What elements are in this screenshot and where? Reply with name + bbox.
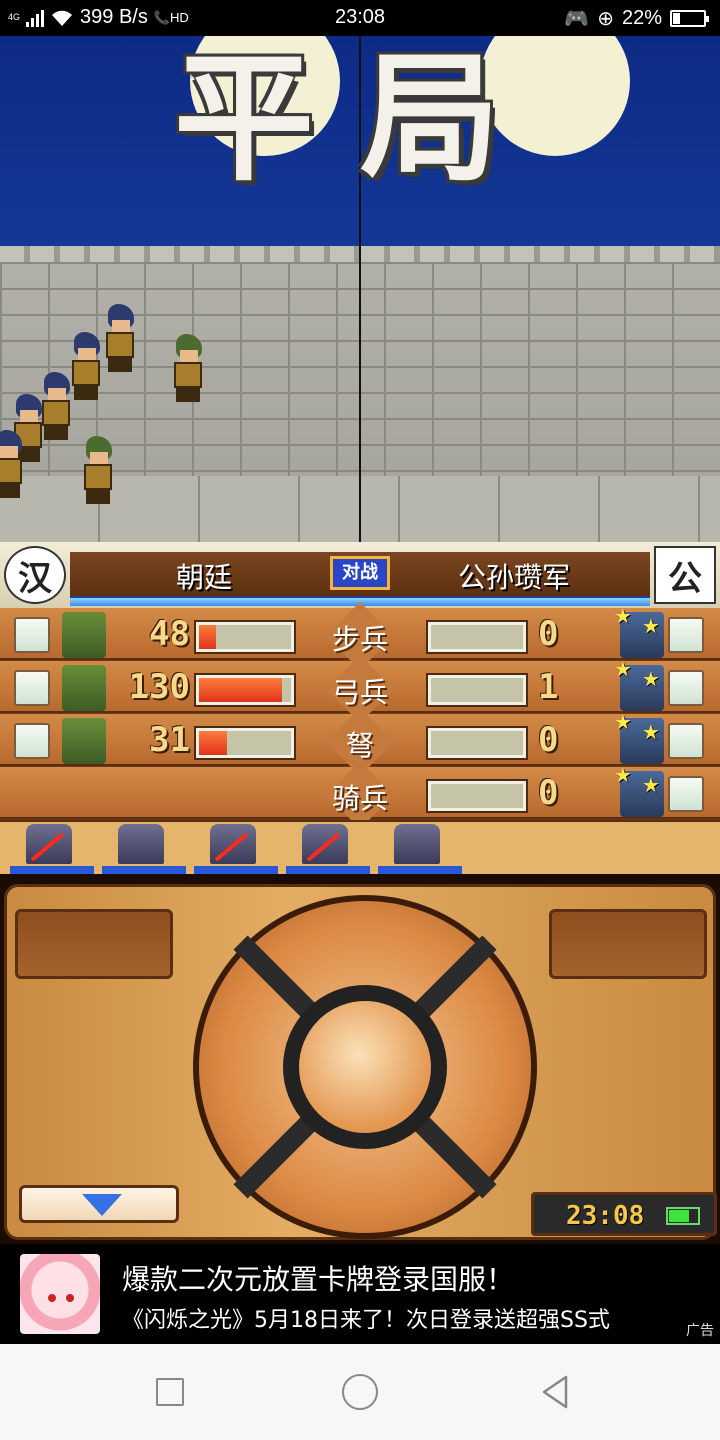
left-unit-gauge	[196, 728, 294, 758]
left-action-button[interactable]	[15, 909, 173, 979]
star-icon: ★	[614, 763, 632, 787]
rotation-lock-icon: ⊕	[597, 8, 614, 30]
left-select-checkbox[interactable]	[14, 617, 50, 653]
right-unit-gauge	[428, 781, 526, 811]
right-select-checkbox[interactable]	[668, 776, 704, 812]
vs-badge: 对战	[330, 556, 390, 590]
unit-row: 31 弩 0 ★ ★	[0, 710, 720, 766]
left-unit-count: 48	[149, 614, 190, 654]
square-icon[interactable]	[156, 1378, 184, 1406]
right-faction-emblem: 公	[654, 546, 716, 604]
star-icon: ★	[642, 773, 660, 797]
ad-thumbnail[interactable]	[20, 1254, 100, 1334]
right-unit-gauge	[428, 675, 526, 705]
soldier	[78, 436, 118, 506]
left-faction-emblem: 汉	[4, 546, 66, 604]
ad-title[interactable]: 爆款二次元放置卡牌登录国服！	[122, 1258, 514, 1298]
unit-type-label: 弓兵	[306, 663, 414, 711]
ad-label[interactable]: 广告	[686, 1320, 714, 1340]
right-unit-count: 1	[538, 667, 559, 707]
unit-row: 骑兵 0 ★ ★	[0, 763, 720, 819]
general-portrait[interactable]	[98, 822, 186, 874]
general-portrait[interactable]	[6, 822, 94, 874]
right-unit-gauge	[428, 622, 526, 652]
left-team-name: 朝廷	[176, 561, 233, 594]
unit-type-text: 弓兵	[331, 676, 388, 709]
gamepad-icon: 🎮	[564, 8, 590, 30]
unit-row: 48 步兵 0 ★ ★	[0, 604, 720, 660]
unit-type-text: 骑兵	[331, 782, 388, 815]
star-icon: ★	[614, 657, 632, 681]
status-bar: 4G 399 B/s 📞HD 23:08 🎮 ⊕ 22%	[0, 0, 720, 36]
triangle-down-icon	[82, 1194, 122, 1216]
star-icon: ★	[614, 710, 632, 734]
star-icon: ★	[642, 614, 660, 638]
status-right: 🎮 ⊕ 22%	[564, 6, 709, 31]
game-clock: 23:08	[531, 1192, 717, 1236]
right-select-checkbox[interactable]	[668, 723, 704, 759]
battery-percent: 22%	[621, 7, 662, 29]
battle-header: 汉 朝廷 对战 公孙瓒军 公	[0, 542, 720, 608]
unit-type-text: 步兵	[331, 623, 388, 656]
result-banner: 平局	[0, 44, 720, 194]
direction-pad[interactable]	[193, 895, 537, 1239]
right-unit-count: 0	[538, 720, 559, 760]
game-battery-icon	[666, 1207, 700, 1225]
general-portrait[interactable]	[282, 822, 370, 874]
back-triangle-icon[interactable]	[540, 1374, 570, 1410]
star-icon: ★	[614, 604, 632, 628]
generals-bar	[0, 820, 720, 874]
general-portrait[interactable]	[190, 822, 278, 874]
circle-icon[interactable]	[342, 1374, 378, 1410]
collapse-button[interactable]	[19, 1185, 179, 1223]
nav-bar	[0, 1344, 720, 1440]
unit-type-label: 骑兵	[306, 769, 414, 817]
right-select-checkbox[interactable]	[668, 617, 704, 653]
soldier	[0, 430, 28, 500]
left-select-checkbox[interactable]	[14, 723, 50, 759]
general-portrait[interactable]	[374, 822, 462, 874]
battery-icon	[670, 10, 709, 27]
controller-body: 23:08	[4, 884, 717, 1240]
battle-scene: 平局	[0, 36, 720, 542]
star-icon: ★	[642, 667, 660, 691]
left-select-checkbox[interactable]	[14, 670, 50, 706]
result-title: 平局	[173, 37, 546, 201]
game-clock-time: 23:08	[566, 1201, 645, 1231]
left-unit-gauge	[196, 622, 294, 652]
ad-banner[interactable]: 爆款二次元放置卡牌登录国服！ 《闪烁之光》5月18日来了！次日登录送超强SS式 …	[0, 1244, 720, 1344]
right-unit-count: 0	[538, 773, 559, 813]
right-team-name: 公孙瓒军	[458, 561, 571, 594]
controller-panel: 23:08	[0, 874, 720, 1244]
left-unit-count: 31	[149, 720, 190, 760]
left-unit-gauge	[196, 675, 294, 705]
soldier	[168, 334, 208, 404]
unit-type-label: 弩	[306, 716, 414, 764]
right-unit-gauge	[428, 728, 526, 758]
battery-level	[673, 13, 680, 24]
unit-type-text: 弩	[345, 729, 374, 762]
unit-type-label: 步兵	[306, 610, 414, 658]
right-action-button[interactable]	[549, 909, 707, 979]
right-select-checkbox[interactable]	[668, 670, 704, 706]
ad-description[interactable]: 《闪烁之光》5月18日来了！次日登录送超强SS式	[122, 1302, 682, 1334]
star-icon: ★	[642, 720, 660, 744]
left-unit-count: 130	[128, 667, 190, 707]
soldier	[100, 304, 140, 374]
pad-center-button[interactable]	[283, 985, 447, 1149]
right-unit-count: 0	[538, 614, 559, 654]
battle-panel: 汉 朝廷 对战 公孙瓒军 公 48 步兵 0 ★ ★ 130 弓兵 1 ★ ★ 31 弩 0 ★ ★ 骑兵 0 ★…	[0, 542, 720, 874]
unit-row: 130 弓兵 1 ★ ★	[0, 657, 720, 713]
